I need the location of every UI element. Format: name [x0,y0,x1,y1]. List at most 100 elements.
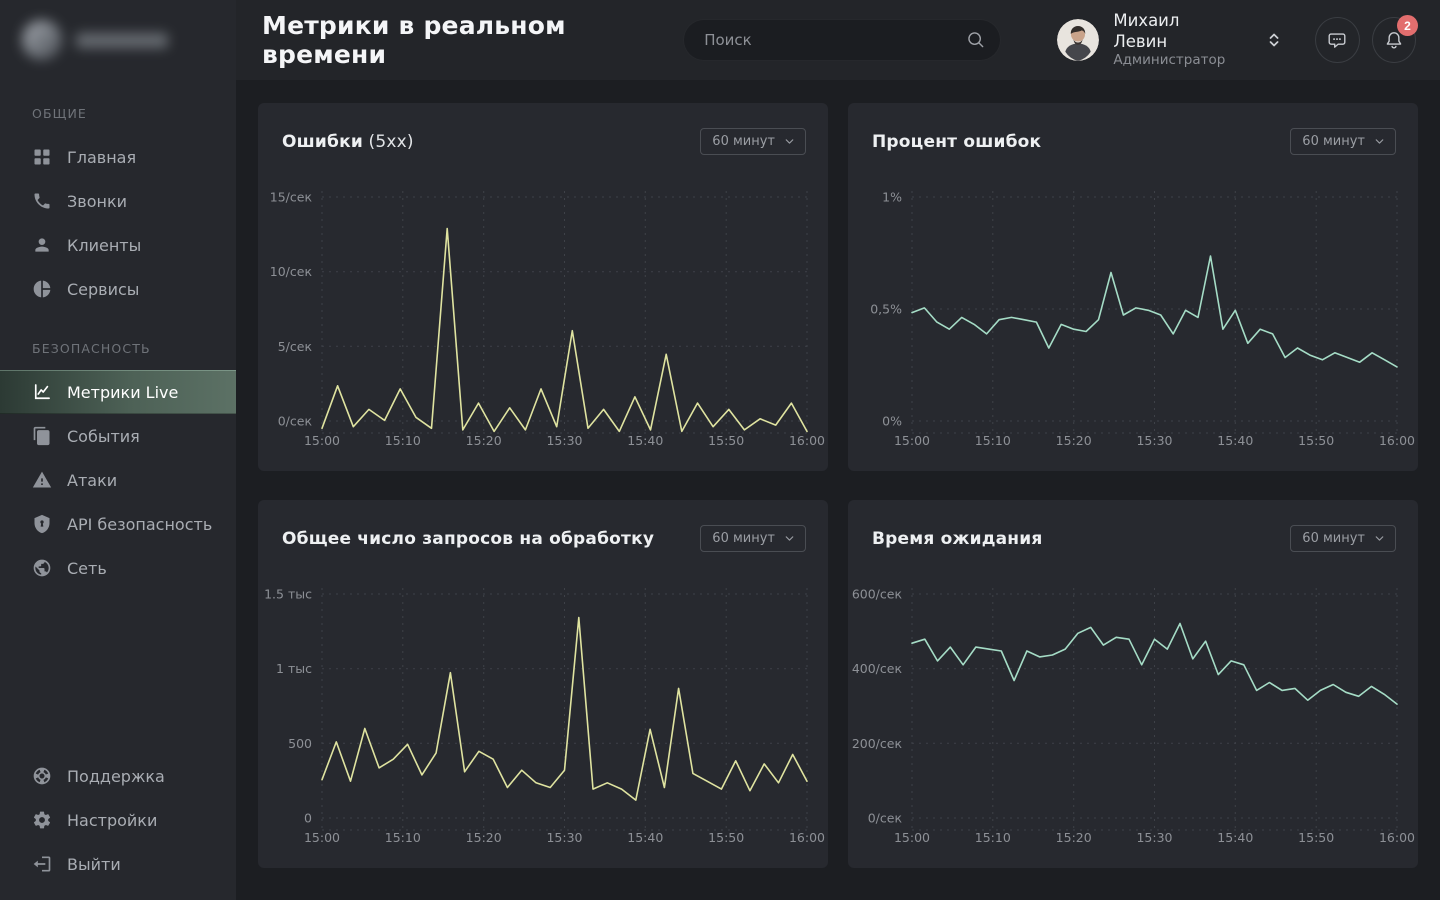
notification-badge: 2 [1397,15,1418,36]
user-meta: Михаил Левин Администратор [1113,11,1231,69]
x-axis-tick: 15:50 [1298,433,1334,448]
user-menu-chevron-icon [1267,29,1281,51]
sidebar-item-metrics-live[interactable]: Метрики Live [0,370,236,414]
sidebar-item-label: Звонки [67,192,127,211]
x-axis-tick: 15:20 [1056,830,1092,845]
y-axis-tick: 500 [288,736,312,751]
globe-icon [32,558,52,578]
time-range-select[interactable]: 60 минут [1290,128,1396,155]
topbar: Метрики в реальном времени [236,0,1440,80]
sidebar-item-attacks[interactable]: Атаки [0,458,236,502]
x-axis-tick: 15:30 [1136,830,1172,845]
time-range-select[interactable]: 60 минут [700,128,806,155]
y-axis-tick: 400/сек [852,661,903,676]
sidebar-item-calls[interactable]: Звонки [0,179,236,223]
x-axis-tick: 15:50 [708,830,744,845]
sidebar-item-label: Выйти [67,855,121,874]
x-axis-tick: 16:00 [789,830,825,845]
sidebar-item-clients[interactable]: Клиенты [0,223,236,267]
content: Метрики в реальном времени [236,0,1440,900]
y-axis-tick: 1 тыс [276,661,312,676]
user-menu[interactable]: Михаил Левин Администратор [1057,11,1281,69]
time-range-value: 60 минут [712,134,775,149]
sidebar-item-network[interactable]: Сеть [0,546,236,590]
sidebar-nav: ОБЩИЕГлавнаяЗвонкиКлиентыСервисыБЕЗОПАСН… [0,80,236,590]
chart-panel-4: Время ожидания60 минут15:0015:1015:2015:… [848,500,1418,868]
sidebar-item-label: Сеть [67,559,107,578]
sidebar-item-api-security[interactable]: API безопасность [0,502,236,546]
sidebar-section-label: ОБЩИЕ [0,106,236,121]
sidebar-item-label: Сервисы [67,280,139,299]
user-name: Михаил Левин [1113,11,1231,52]
time-range-value: 60 минут [712,531,775,546]
chat-icon [1326,29,1348,51]
sidebar: ОБЩИЕГлавнаяЗвонкиКлиентыСервисыБЕЗОПАСН… [0,0,236,900]
chevron-down-icon [783,532,796,545]
messages-button[interactable] [1315,17,1359,63]
line-chart: 15:0015:1015:2015:3015:4015:5016:001.5 т… [258,574,828,862]
logo-text [76,33,168,48]
y-axis-tick: 0,5% [870,302,902,317]
time-range-select[interactable]: 60 минут [700,525,806,552]
x-axis-tick: 15:00 [894,433,930,448]
line-chart: 15:0015:1015:2015:3015:4015:5016:00600/с… [848,574,1418,862]
lifebuoy-icon [32,766,52,786]
y-axis-tick: 10/сек [270,264,313,279]
panel-header: Процент ошибок60 минут [848,103,1418,155]
y-axis-tick: 0/сек [868,811,903,826]
x-axis-tick: 15:30 [546,830,582,845]
y-axis-tick: 1.5 тыс [264,587,312,602]
data-series-line [322,229,807,432]
avatar [1057,19,1099,61]
search-input[interactable] [683,19,1001,61]
sidebar-footer: ПоддержкаНастройки Выйти [0,754,236,900]
y-axis-tick: 5/сек [278,339,313,354]
x-axis-tick: 15:40 [627,830,663,845]
grid-icon [32,147,52,167]
y-axis-tick: 600/сек [852,587,903,602]
y-axis-tick: 0% [882,414,902,429]
chart-title: Время ожидания [872,529,1042,549]
time-range-select[interactable]: 60 минут [1290,525,1396,552]
line-chart: 15:0015:1015:2015:3015:4015:5016:0015/се… [258,177,828,465]
shield-icon [32,514,52,534]
sidebar-item-label: Метрики Live [67,383,178,402]
logout-icon [32,854,52,874]
time-range-value: 60 минут [1302,531,1365,546]
x-axis-tick: 15:30 [546,433,582,448]
data-series-line [912,624,1397,705]
search-icon [965,29,986,50]
sidebar-item-label: Клиенты [67,236,141,255]
sidebar-item-support[interactable]: Поддержка [0,754,236,798]
line-chart: 15:0015:1015:2015:3015:4015:5016:001%0,5… [848,177,1418,465]
x-axis-tick: 15:00 [894,830,930,845]
notifications-button[interactable]: 2 [1372,17,1416,63]
sidebar-item-settings[interactable]: Настройки [0,798,236,842]
x-axis-tick: 16:00 [789,433,825,448]
warning-icon [32,470,52,490]
page-title: Метрики в реальном времени [262,11,683,69]
x-axis-tick: 15:40 [627,433,663,448]
x-axis-tick: 15:10 [975,433,1011,448]
sidebar-item-events[interactable]: События [0,414,236,458]
sidebar-item-label: События [67,427,140,446]
sidebar-item-services[interactable]: Сервисы [0,267,236,311]
sidebar-item-home[interactable]: Главная [0,135,236,179]
chart-panel-2: Процент ошибок60 минут15:0015:1015:2015:… [848,103,1418,471]
sidebar-item-label: Главная [67,148,136,167]
chart-panel-1: Ошибки (5xx)60 минут15:0015:1015:2015:30… [258,103,828,471]
sidebar-item-logout[interactable]: Выйти [0,842,236,886]
gear-icon [32,810,52,830]
y-axis-tick: 0 [304,811,312,826]
x-axis-tick: 15:40 [1217,830,1253,845]
x-axis-tick: 15:20 [466,433,502,448]
sidebar-item-label: API безопасность [67,515,212,534]
chevron-down-icon [1373,532,1386,545]
phone-icon [32,191,52,211]
dashboard-panels: Ошибки (5xx)60 минут15:0015:1015:2015:30… [236,80,1440,900]
x-axis-tick: 15:00 [304,433,340,448]
sidebar-item-label: Атаки [67,471,117,490]
chart-panel-3: Общее число запросов на обработку60 мину… [258,500,828,868]
y-axis-tick: 0/сек [278,414,313,429]
x-axis-tick: 15:50 [1298,830,1334,845]
